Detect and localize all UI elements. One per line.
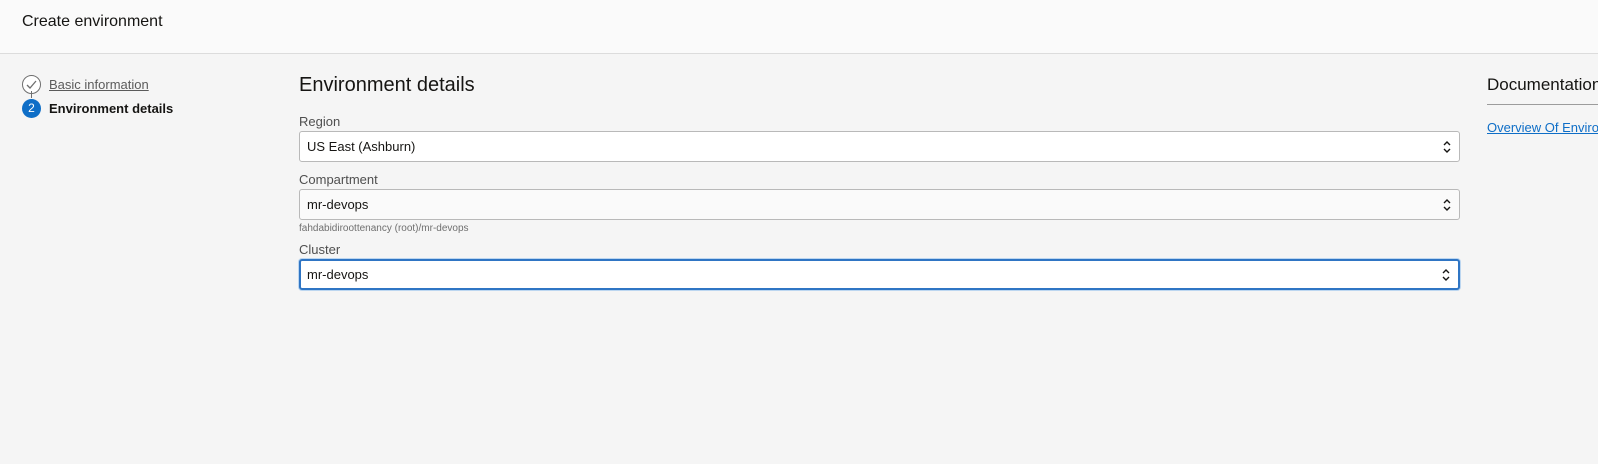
page-header: Create environment xyxy=(0,0,1598,54)
chevron-up-down-icon xyxy=(1442,139,1452,155)
cluster-label: Cluster xyxy=(299,242,341,257)
step-label: Environment details xyxy=(49,100,174,116)
documentation-title: Documentation xyxy=(1487,75,1598,94)
documentation-link[interactable]: Overview Of Environments xyxy=(1487,120,1598,135)
cluster-value: mr-devops xyxy=(307,267,369,282)
wizard-steps: Basic information 2 Environment details xyxy=(22,72,262,120)
step-basic-information[interactable]: Basic information xyxy=(22,72,262,98)
documentation-panel: Documentation Overview Of Environments xyxy=(1487,75,1598,135)
divider xyxy=(1487,104,1598,105)
step-number-badge: 2 xyxy=(22,98,41,118)
chevron-up-down-icon xyxy=(1441,267,1451,283)
compartment-select[interactable]: mr-devops xyxy=(299,189,1460,220)
compartment-path-hint: fahdabidiroottenancy (root)/mr-devops xyxy=(299,223,469,234)
region-select[interactable]: US East (Ashburn) xyxy=(299,131,1460,162)
main-form: Environment details Region US East (Ashb… xyxy=(299,74,1461,290)
section-title: Environment details xyxy=(299,74,475,96)
region-label: Region xyxy=(299,114,341,129)
compartment-label: Compartment xyxy=(299,172,378,187)
step-label[interactable]: Basic information xyxy=(49,77,149,92)
cluster-select[interactable]: mr-devops xyxy=(299,259,1460,290)
page-title: Create environment xyxy=(22,13,163,30)
region-value: US East (Ashburn) xyxy=(307,139,416,154)
step-environment-details: 2 Environment details xyxy=(22,96,262,120)
compartment-value: mr-devops xyxy=(307,197,369,212)
chevron-up-down-icon xyxy=(1442,197,1452,213)
